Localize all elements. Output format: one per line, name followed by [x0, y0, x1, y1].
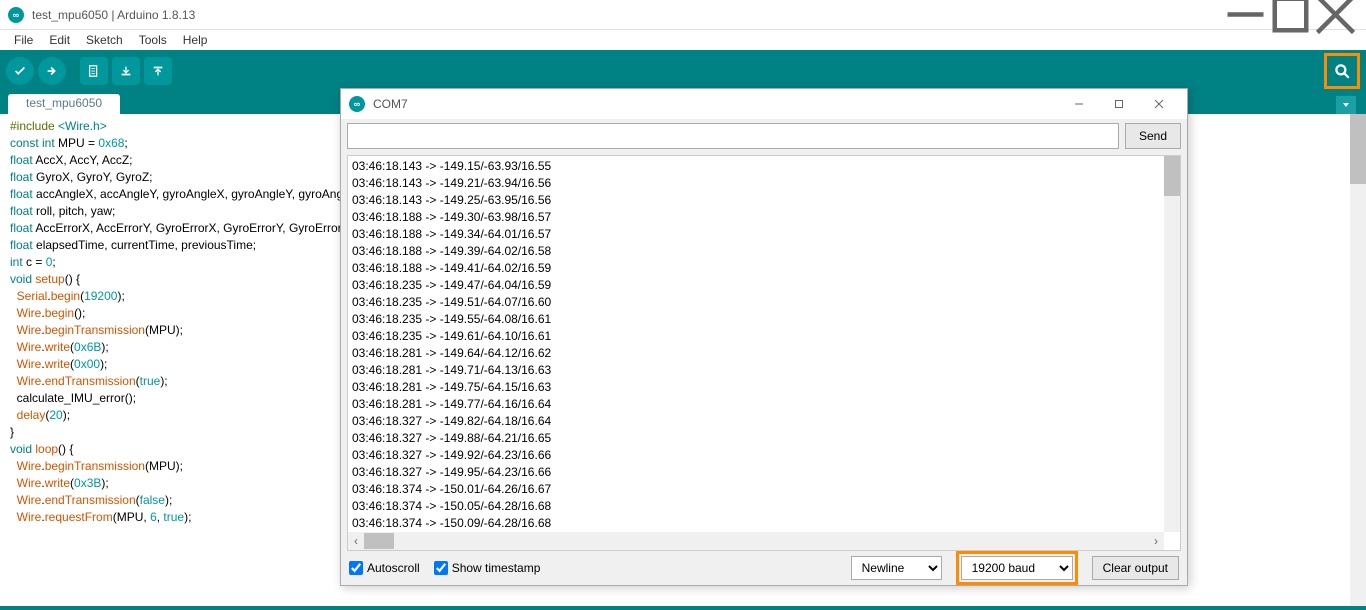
baud-select[interactable]: 19200 baud [961, 556, 1073, 580]
sm-output-line: 03:46:18.143 -> -149.25/-63.95/16.56 [352, 192, 1176, 209]
menu-tools[interactable]: Tools [131, 31, 175, 49]
sm-close-button[interactable] [1139, 90, 1179, 118]
menu-sketch[interactable]: Sketch [78, 31, 131, 49]
sm-output-line: 03:46:18.327 -> -149.95/-64.23/16.66 [352, 464, 1176, 481]
save-button[interactable] [144, 57, 172, 85]
sm-output-line: 03:46:18.374 -> -150.09/-64.28/16.68 [352, 515, 1176, 532]
sm-maximize-button[interactable] [1099, 90, 1139, 118]
window-title: test_mpu6050 | Arduino 1.8.13 [32, 8, 195, 22]
sm-output-line: 03:46:18.327 -> -149.88/-64.21/16.65 [352, 430, 1176, 447]
serial-monitor-window: ∞ COM7 Send 03:46:18.143 -> -149.15/-63.… [340, 88, 1188, 586]
close-button[interactable] [1313, 0, 1358, 30]
window-titlebar: ∞ test_mpu6050 | Arduino 1.8.13 [0, 0, 1366, 30]
sm-titlebar: ∞ COM7 [341, 89, 1187, 119]
autoscroll-checkbox[interactable]: Autoscroll [349, 561, 420, 575]
open-button[interactable] [112, 57, 140, 85]
sm-input[interactable] [347, 123, 1119, 149]
sm-output-line: 03:46:18.281 -> -149.71/-64.13/16.63 [352, 362, 1176, 379]
sm-output-line: 03:46:18.188 -> -149.41/-64.02/16.59 [352, 260, 1176, 277]
sm-output-line: 03:46:18.188 -> -149.39/-64.02/16.58 [352, 243, 1176, 260]
sm-output-line: 03:46:18.281 -> -149.64/-64.12/16.62 [352, 345, 1176, 362]
sm-send-row: Send [341, 119, 1187, 155]
timestamp-checkbox[interactable]: Show timestamp [434, 561, 541, 575]
sm-vscrollbar[interactable] [1164, 156, 1180, 532]
autoscroll-input[interactable] [349, 561, 363, 575]
serial-monitor-button[interactable] [1324, 53, 1360, 89]
minimize-button[interactable] [1223, 0, 1268, 30]
clear-output-button[interactable]: Clear output [1092, 556, 1179, 580]
sm-output-line: 03:46:18.374 -> -150.05/-64.28/16.68 [352, 498, 1176, 515]
sm-output-line: 03:46:18.327 -> -149.92/-64.23/16.66 [352, 447, 1176, 464]
menu-file[interactable]: File [6, 31, 41, 49]
sm-output-line: 03:46:18.188 -> -149.30/-63.98/16.57 [352, 209, 1176, 226]
sm-output-line: 03:46:18.281 -> -149.77/-64.16/16.64 [352, 396, 1176, 413]
tab-menu-button[interactable] [1336, 96, 1356, 114]
scroll-left-icon[interactable]: ‹ [348, 533, 364, 549]
status-bar [0, 606, 1366, 610]
baud-highlight: 19200 baud [956, 551, 1078, 585]
toolbar [0, 50, 1366, 92]
arduino-logo-icon: ∞ [8, 7, 24, 23]
sm-output-line: 03:46:18.235 -> -149.47/-64.04/16.59 [352, 277, 1176, 294]
sm-bottom-row: Autoscroll Show timestamp Newline 19200 … [341, 551, 1187, 585]
sm-output-line: 03:46:18.281 -> -149.75/-64.15/16.63 [352, 379, 1176, 396]
sm-output-line: 03:46:18.374 -> -150.01/-64.26/16.67 [352, 481, 1176, 498]
maximize-button[interactable] [1268, 0, 1313, 30]
timestamp-label: Show timestamp [452, 561, 541, 575]
verify-button[interactable] [6, 57, 34, 85]
arduino-logo-icon: ∞ [349, 96, 365, 112]
sm-output-line: 03:46:18.327 -> -149.82/-64.18/16.64 [352, 413, 1176, 430]
lineending-select[interactable]: Newline [851, 556, 942, 580]
sm-output-line: 03:46:18.143 -> -149.15/-63.93/16.55 [352, 158, 1176, 175]
tab-main[interactable]: test_mpu6050 [8, 94, 120, 114]
upload-button[interactable] [38, 57, 66, 85]
sm-minimize-button[interactable] [1059, 90, 1099, 118]
autoscroll-label: Autoscroll [367, 561, 420, 575]
sm-output-line: 03:46:18.235 -> -149.61/-64.10/16.61 [352, 328, 1176, 345]
sm-hscrollbar[interactable]: ‹ › [348, 532, 1164, 550]
sm-output[interactable]: 03:46:18.143 -> -149.15/-63.93/16.5503:4… [347, 155, 1181, 551]
sm-output-line: 03:46:18.188 -> -149.34/-64.01/16.57 [352, 226, 1176, 243]
sm-output-line: 03:46:18.235 -> -149.51/-64.07/16.60 [352, 294, 1176, 311]
timestamp-input[interactable] [434, 561, 448, 575]
sm-send-button[interactable]: Send [1125, 123, 1181, 149]
menu-edit[interactable]: Edit [41, 31, 78, 49]
sm-output-line: 03:46:18.235 -> -149.55/-64.08/16.61 [352, 311, 1176, 328]
sm-output-line: 03:46:18.143 -> -149.21/-63.94/16.56 [352, 175, 1176, 192]
menu-bar: File Edit Sketch Tools Help [0, 30, 1366, 50]
sm-title: COM7 [373, 97, 408, 111]
menu-help[interactable]: Help [175, 31, 216, 49]
new-button[interactable] [80, 57, 108, 85]
editor-scrollbar[interactable] [1350, 114, 1366, 606]
scroll-right-icon[interactable]: › [1148, 533, 1164, 549]
